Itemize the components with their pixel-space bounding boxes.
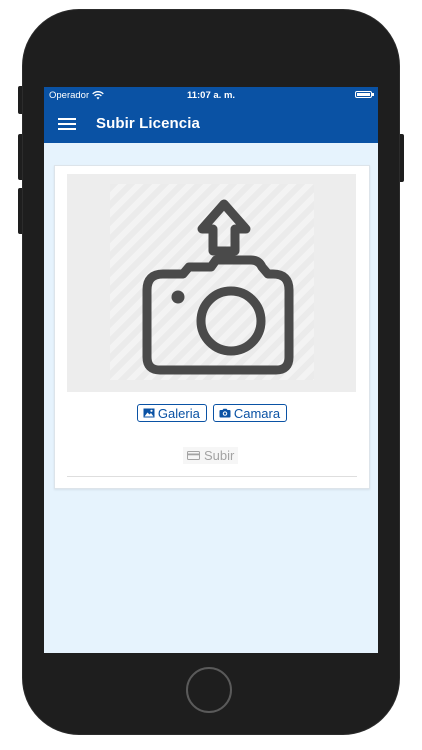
app-screen: Operador 11:07 a. m. Subir Licencia Gale…: [44, 87, 378, 653]
hamburger-menu-icon[interactable]: [58, 116, 76, 132]
camera-button-label: Camara: [233, 405, 281, 421]
status-bar: Operador 11:07 a. m.: [44, 87, 378, 105]
camera-icon: [219, 408, 231, 418]
camera-button[interactable]: Camara: [212, 404, 288, 422]
card-icon: [187, 451, 200, 460]
gallery-button-label: Galeria: [157, 405, 200, 421]
camera-upload-icon: [142, 199, 294, 375]
image-icon: [143, 408, 155, 418]
upload-button-label: Subir: [204, 448, 235, 463]
image-preview: [67, 174, 356, 392]
upload-card: Galeria Camara Subir: [54, 165, 370, 489]
gallery-button[interactable]: Galeria: [136, 404, 207, 422]
battery-icon: [355, 91, 374, 98]
upload-button[interactable]: Subir: [183, 447, 239, 464]
page-title: Subir Licencia: [96, 115, 200, 132]
status-time: 11:07 a. m.: [186, 90, 236, 101]
card-divider: [67, 476, 357, 477]
nav-bar: Subir Licencia: [44, 105, 378, 143]
home-button[interactable]: [186, 667, 232, 713]
action-buttons: Galeria Camara: [55, 404, 369, 422]
